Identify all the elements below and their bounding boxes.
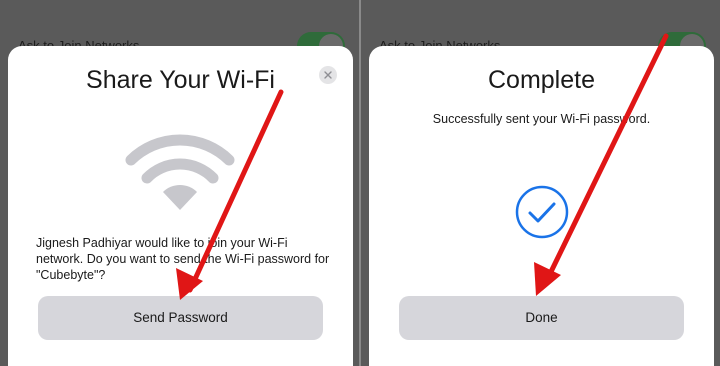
sheet-title: Share Your Wi-Fi	[86, 66, 275, 94]
done-button[interactable]: Done	[399, 296, 684, 340]
close-icon	[324, 71, 332, 79]
checkmark-circle-icon	[515, 185, 569, 239]
complete-sheet: Complete Successfully sent your Wi-Fi pa…	[369, 46, 714, 366]
complete-panel: Ask to Join Networks Complete Successful…	[361, 0, 720, 366]
close-button[interactable]	[319, 66, 337, 84]
wifi-icon	[125, 134, 235, 210]
sheet-title: Complete	[488, 66, 595, 94]
send-password-button[interactable]: Send Password	[38, 296, 323, 340]
status-message: Successfully sent your Wi-Fi password.	[432, 112, 651, 126]
share-request-message: Jignesh Padhiyar would like to join your…	[36, 236, 330, 282]
share-wifi-panel: Ask to Join Networks Share Your Wi-Fi Ji…	[0, 0, 359, 366]
share-wifi-sheet: Share Your Wi-Fi Jignesh Padhiyar would …	[8, 46, 353, 366]
